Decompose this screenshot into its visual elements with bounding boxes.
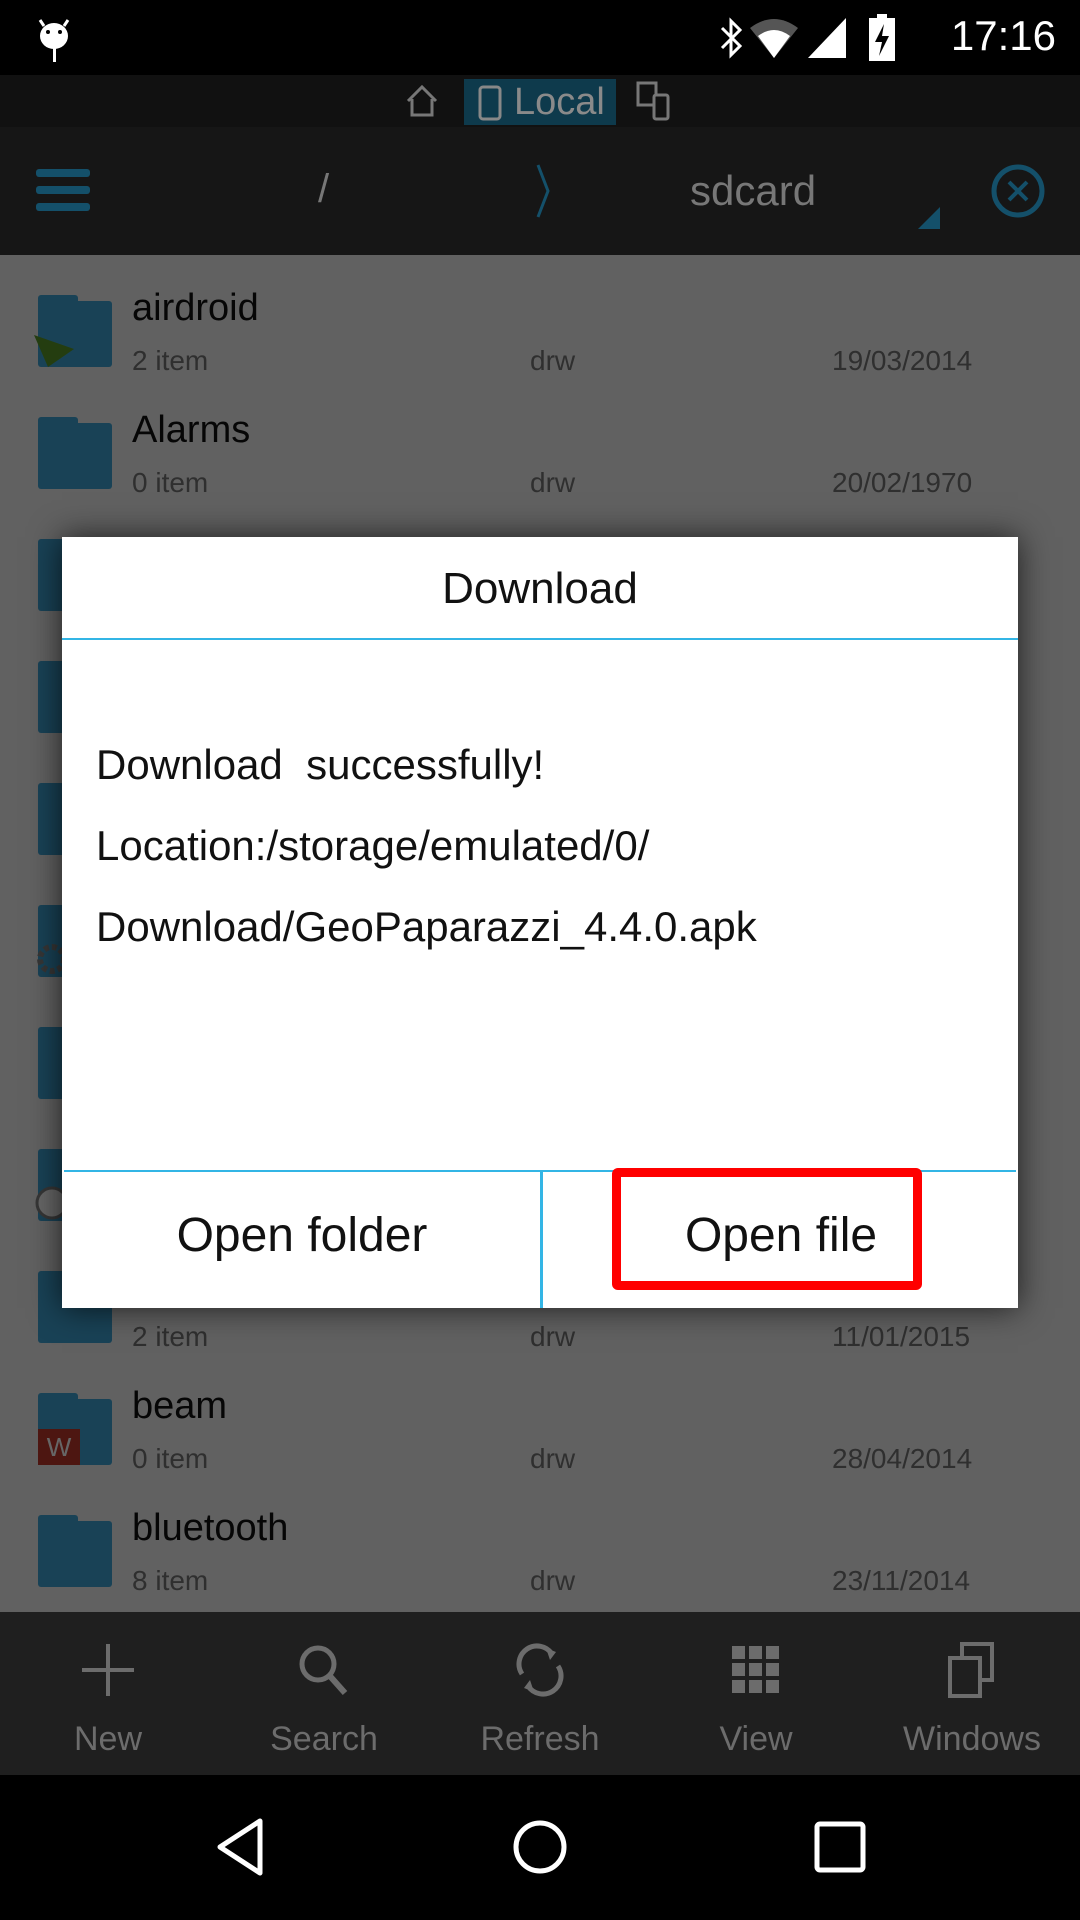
plus-icon	[82, 1644, 134, 1696]
home-nav-icon[interactable]	[512, 1819, 568, 1875]
android-debug-icon	[38, 19, 70, 62]
devices-icon[interactable]	[636, 81, 672, 121]
wifi-icon	[750, 19, 798, 58]
signal-icon	[808, 18, 846, 58]
dropdown-corner-icon[interactable]	[918, 207, 940, 229]
refresh-button[interactable]: Refresh	[432, 1612, 648, 1775]
search-icon	[299, 1645, 348, 1695]
search-label: Search	[270, 1720, 378, 1758]
bluetooth-icon	[720, 17, 743, 59]
message-line: Download/GeoPaparazzi_4.4.0.apk	[96, 903, 757, 950]
tab-local-label: Local	[514, 81, 605, 123]
bottom-toolbar: New Search Refresh View Windows	[0, 1612, 1080, 1775]
path-root[interactable]: /	[318, 167, 329, 212]
navigation-bar	[0, 1775, 1080, 1920]
message-line: Download successfully!	[96, 741, 545, 788]
search-button[interactable]: Search	[216, 1612, 432, 1775]
clock: 17:16	[950, 12, 1056, 59]
refresh-icon	[516, 1643, 564, 1697]
recents-icon[interactable]	[814, 1821, 866, 1873]
grid-icon	[732, 1646, 779, 1693]
close-circle-icon[interactable]	[990, 163, 1046, 219]
refresh-label: Refresh	[480, 1720, 600, 1758]
new-label: New	[73, 1720, 143, 1758]
view-button[interactable]: View	[648, 1612, 864, 1775]
path-bar: / sdcard	[0, 127, 1080, 255]
battery-charging-icon	[869, 14, 895, 61]
location-tabs: Local	[0, 75, 1080, 127]
dialog-message: Download successfully! Location:/storage…	[96, 724, 757, 967]
dialog-title: Download	[62, 537, 1018, 640]
menu-icon[interactable]	[36, 167, 90, 213]
chevron-right-icon	[536, 164, 550, 218]
tab-local[interactable]: Local	[464, 79, 616, 125]
windows-icon	[948, 1642, 994, 1698]
status-bar: 17:16	[0, 0, 1080, 75]
phone-icon	[478, 85, 502, 121]
message-line: Location:/storage/emulated/0/	[96, 822, 650, 869]
home-icon[interactable]	[404, 83, 440, 119]
path-current[interactable]: sdcard	[690, 167, 816, 215]
back-icon[interactable]	[214, 1817, 266, 1877]
open-folder-button[interactable]: Open folder	[64, 1172, 540, 1308]
windows-label: Windows	[903, 1720, 1041, 1758]
new-button[interactable]: New	[0, 1612, 216, 1775]
view-label: View	[719, 1720, 793, 1758]
windows-button[interactable]: Windows	[864, 1612, 1080, 1775]
highlight-box	[612, 1168, 922, 1290]
